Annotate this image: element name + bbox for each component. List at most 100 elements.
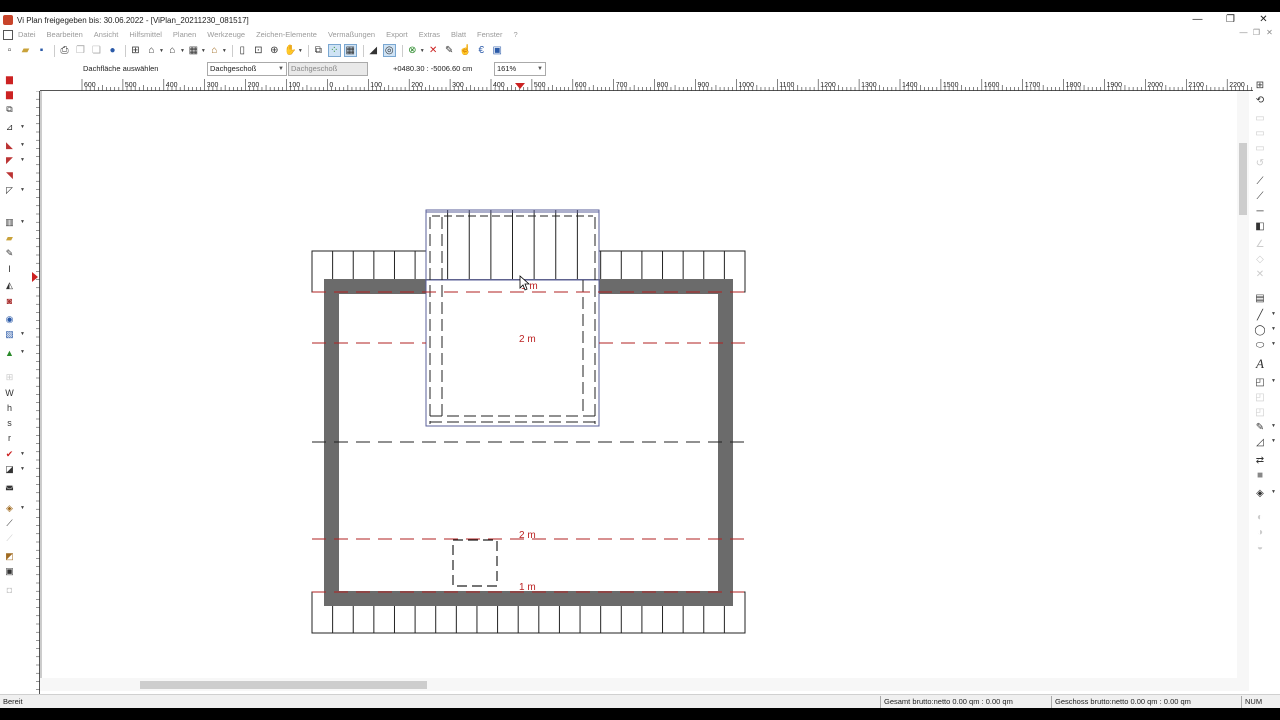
horizontal-scroll-thumb[interactable] xyxy=(140,681,427,689)
mdi-close-button[interactable]: ✕ xyxy=(1263,28,1276,37)
view-3d-tool-icon[interactable]: ⊞ xyxy=(1254,79,1266,91)
roof-tool-icon[interactable]: ◣ xyxy=(4,140,15,151)
grid-icon[interactable]: ⊞ xyxy=(129,44,142,57)
car-tool-icon[interactable]: ◛ xyxy=(4,480,15,491)
select-edge-icon[interactable]: ⟋ xyxy=(1254,175,1266,187)
menu-fenster[interactable]: Fenster xyxy=(477,30,502,39)
ellipse-tool-icon[interactable]: ⬭ xyxy=(1254,339,1266,351)
mdi-minimize-button[interactable]: — xyxy=(1237,28,1250,37)
frame-view-icon[interactable]: r xyxy=(4,432,15,443)
menu-hilfsmittel[interactable]: Hilfsmittel xyxy=(129,30,162,39)
menu-vermassungen[interactable]: Vermaßungen xyxy=(328,30,375,39)
polyline-tool-icon[interactable]: ◿ xyxy=(1254,436,1266,448)
window-tool-icon[interactable]: ⧉ xyxy=(4,104,15,115)
object-tool-icon[interactable]: ◙ xyxy=(4,295,15,306)
terrain-tool-icon[interactable]: ▲ xyxy=(4,347,15,358)
euro-icon[interactable]: € xyxy=(475,44,488,57)
horizontal-scrollbar[interactable] xyxy=(40,678,1237,691)
fill-tool-icon[interactable]: ◪ xyxy=(4,464,15,475)
move-icon[interactable]: ◧ xyxy=(1254,220,1266,232)
layers-icon[interactable]: ▦ xyxy=(187,44,200,57)
label-tool-icon[interactable]: ◩ xyxy=(4,551,15,562)
hand-pan-icon[interactable]: ✋ xyxy=(284,44,297,57)
snap-points-icon[interactable]: ⁘ xyxy=(327,44,341,57)
chart-icon[interactable]: ◢ xyxy=(367,44,380,57)
wall-view-icon[interactable]: W xyxy=(4,387,15,398)
snap-point-icon[interactable]: ✔ xyxy=(4,449,15,460)
paste-icon[interactable]: ❏ xyxy=(90,44,103,57)
pointer-hand-icon[interactable]: ☝ xyxy=(459,44,472,57)
house-view-icon[interactable]: ⌂ xyxy=(166,44,179,57)
select-node-icon[interactable]: ⟋ xyxy=(1254,190,1266,202)
target-icon[interactable]: ⊗ xyxy=(406,44,419,57)
mdi-restore-button[interactable]: ❐ xyxy=(1250,28,1263,37)
close-button[interactable]: ✕ xyxy=(1247,12,1280,28)
dimension-tool-icon[interactable]: ◰ xyxy=(1254,376,1266,388)
edit-icon[interactable]: ✎ xyxy=(443,44,456,57)
text-cursor-icon[interactable]: I xyxy=(4,263,15,274)
snap-grid-icon[interactable]: ▦ xyxy=(343,44,357,57)
paint-tool-icon[interactable]: ◈ xyxy=(1254,487,1266,499)
column-tool-icon[interactable]: ▥ xyxy=(4,217,15,228)
measure-tool-icon[interactable]: ◭ xyxy=(4,280,15,291)
open-folder-icon[interactable]: ▰ xyxy=(19,44,32,57)
new-file-icon[interactable]: ▫ xyxy=(3,44,16,57)
zoom-window-icon[interactable]: ⊡ xyxy=(252,44,265,57)
menu-export[interactable]: Export xyxy=(386,30,408,39)
menu-ansicht[interactable]: Ansicht xyxy=(94,30,119,39)
section-view-icon[interactable]: s xyxy=(4,417,15,428)
view-3d-icon[interactable]: ◎ xyxy=(382,44,396,57)
save-icon[interactable]: ▪ xyxy=(35,44,48,57)
skylight-tool-icon[interactable]: ◥ xyxy=(4,170,15,181)
zoom-select[interactable]: 161% ▼ xyxy=(494,62,546,76)
vertical-scroll-thumb[interactable] xyxy=(1239,143,1247,215)
roof-icon[interactable]: ⌂ xyxy=(208,44,221,57)
menu-extras[interactable]: Extras xyxy=(419,30,440,39)
paint-bucket-icon[interactable]: ◈ xyxy=(4,503,15,514)
pencil-tool-icon[interactable]: ✎ xyxy=(1254,421,1266,433)
menu-help[interactable]: ? xyxy=(513,30,517,39)
room-tool-icon[interactable]: ▆ xyxy=(4,89,15,100)
minimize-button[interactable]: — xyxy=(1181,12,1214,28)
line-tool-icon[interactable]: ╱ xyxy=(1254,309,1266,321)
floor-plan[interactable]: 1 m 2 m 2 m 1 m xyxy=(40,91,1237,678)
copy-icon[interactable]: ❐ xyxy=(74,44,87,57)
fill-rect-icon[interactable]: ■ xyxy=(1254,469,1266,481)
photo-tool-icon[interactable]: ▣ xyxy=(4,566,15,577)
vertical-scrollbar[interactable] xyxy=(1237,91,1249,691)
house-plan-icon[interactable]: ⌂ xyxy=(145,44,158,57)
stairs-tool-icon[interactable]: ⊿ xyxy=(4,122,15,133)
arrow-tool-icon[interactable]: ⇄ xyxy=(1254,454,1266,466)
pen-tool-icon[interactable]: ✎ xyxy=(4,248,15,259)
texture-tool-icon[interactable]: ▧ xyxy=(4,329,15,340)
menu-werkzeuge[interactable]: Werkzeuge xyxy=(207,30,245,39)
delete-icon[interactable]: ✕ xyxy=(427,44,440,57)
building-icon[interactable]: ▣ xyxy=(491,44,504,57)
print-icon[interactable]: ⎙ xyxy=(58,44,71,57)
circle-tool-icon[interactable]: ◯ xyxy=(1254,324,1266,336)
globe-icon[interactable]: ● xyxy=(106,44,119,57)
furniture-tool-icon[interactable]: ◉ xyxy=(4,314,15,325)
eyedropper-icon[interactable]: ⟋ xyxy=(4,518,15,529)
zoom-icon[interactable]: ⊕ xyxy=(268,44,281,57)
brush-tool-icon[interactable]: ▰ xyxy=(4,233,15,244)
menu-zeichen-elemente[interactable]: Zeichen-Elemente xyxy=(256,30,317,39)
copy-element-icon[interactable]: ⧉ xyxy=(312,44,325,57)
page-icon[interactable]: ▯ xyxy=(236,44,249,57)
menu-blatt[interactable]: Blatt xyxy=(451,30,466,39)
menu-datei[interactable]: Datei xyxy=(18,30,36,39)
line-segment-icon[interactable]: ─ xyxy=(1254,205,1266,217)
ridge-tool-icon[interactable]: ◸ xyxy=(4,185,15,196)
dormer-tool-icon[interactable]: ◤ xyxy=(4,155,15,166)
maximize-button[interactable]: ❐ xyxy=(1214,12,1247,28)
height-view-icon[interactable]: h xyxy=(4,402,15,413)
rotate-view-icon[interactable]: ⟲ xyxy=(1254,94,1266,106)
chimney-outline[interactable] xyxy=(452,539,498,587)
drawing-canvas[interactable]: 1 m 2 m 2 m 1 m xyxy=(40,91,1237,680)
page-tool-icon[interactable]: ▤ xyxy=(1254,292,1266,304)
menu-planen[interactable]: Planen xyxy=(173,30,196,39)
document-icon[interactable] xyxy=(3,29,13,40)
menu-bearbeiten[interactable]: Bearbeiten xyxy=(47,30,83,39)
wall-tool-icon[interactable]: ▆ xyxy=(4,74,15,85)
floor-select[interactable]: Dachgeschoß ▼ xyxy=(207,62,287,76)
